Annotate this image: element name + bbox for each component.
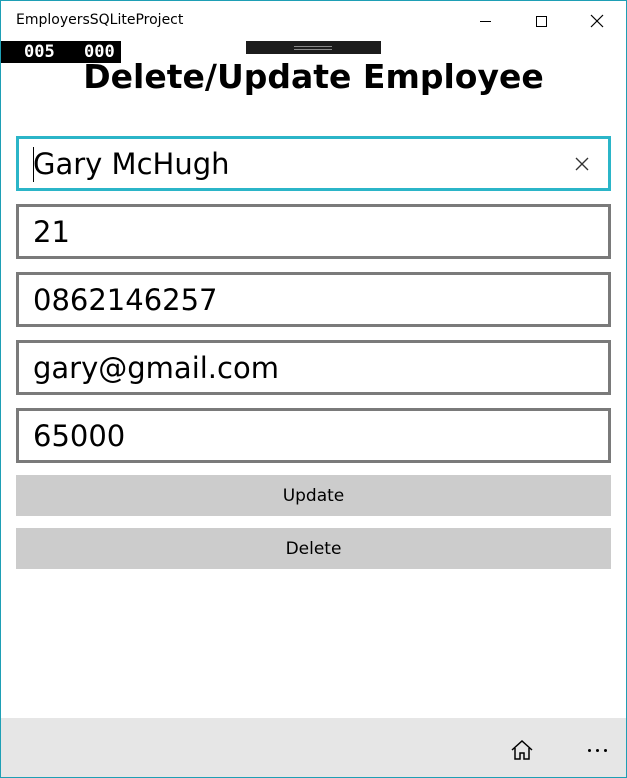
- command-bar: [1, 718, 626, 777]
- salary-field[interactable]: 65000: [16, 408, 611, 463]
- clear-icon[interactable]: [572, 154, 592, 174]
- age-field[interactable]: 21: [16, 204, 611, 259]
- phone-value: 0862146257: [33, 282, 218, 317]
- maximize-icon: [535, 15, 547, 27]
- app-title: EmployersSQLiteProject: [16, 12, 184, 28]
- more-button[interactable]: [573, 728, 621, 772]
- name-value: Gary McHugh: [33, 146, 230, 181]
- more-icon: [587, 748, 591, 752]
- page-title: Delete/Update Employee: [83, 57, 544, 96]
- maximize-button[interactable]: [518, 1, 564, 41]
- name-field[interactable]: Gary McHugh: [16, 136, 611, 191]
- minimize-icon: [479, 20, 491, 22]
- app-window: EmployersSQLiteProject 005 000 Delete/Up…: [0, 0, 627, 778]
- minimize-button[interactable]: [462, 1, 508, 41]
- text-caret: [33, 147, 34, 182]
- title-bar[interactable]: EmployersSQLiteProject: [1, 1, 626, 41]
- home-button[interactable]: [498, 728, 546, 772]
- email-value: gary@gmail.com: [33, 350, 279, 385]
- update-button[interactable]: Update: [16, 475, 611, 516]
- age-value: 21: [33, 214, 70, 249]
- drag-handle[interactable]: [246, 41, 381, 54]
- close-icon: [590, 14, 604, 28]
- close-button[interactable]: [574, 1, 620, 41]
- phone-field[interactable]: 0862146257: [16, 272, 611, 327]
- home-icon: [511, 739, 533, 760]
- email-field[interactable]: gary@gmail.com: [16, 340, 611, 395]
- delete-button[interactable]: Delete: [16, 528, 611, 569]
- salary-value: 65000: [33, 418, 126, 453]
